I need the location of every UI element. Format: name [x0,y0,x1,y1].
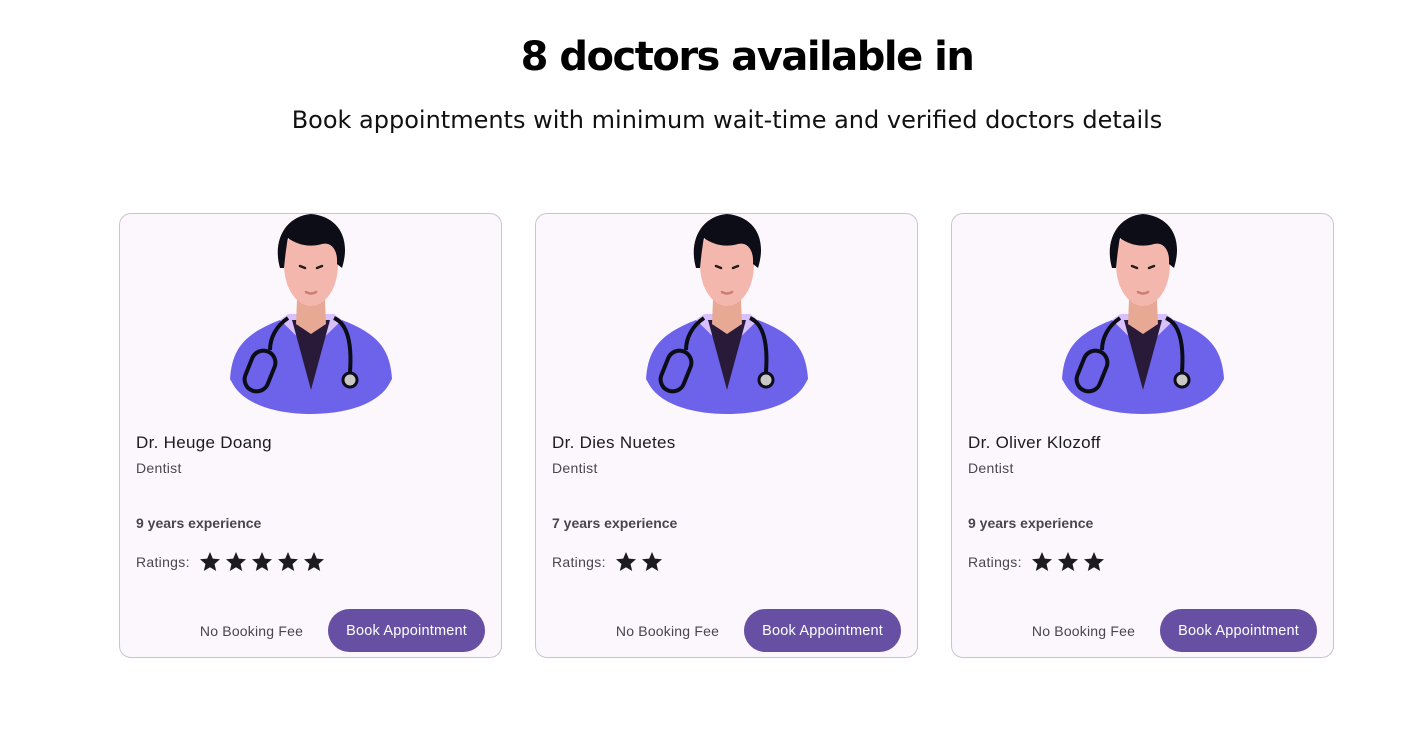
doctor-card[interactable]: Dr. Heuge Doang Dentist 9 years experien… [119,213,502,658]
doctor-avatar-icon [230,214,392,414]
ratings-row: Ratings: [136,550,326,574]
card-footer: No Booking Fee Book Appointment [200,609,485,652]
doctor-avatar-icon [1062,214,1224,414]
card-footer: No Booking Fee Book Appointment [616,609,901,652]
doctor-name: Dr. Oliver Klozoff [968,433,1101,452]
doctor-listing-page: 8 doctors available in Book appointments… [0,0,1428,732]
star-icon [1083,552,1104,571]
doctor-card[interactable]: Dr. Oliver Klozoff Dentist 9 years exper… [951,213,1334,658]
doctor-name: Dr. Dies Nuetes [552,433,676,452]
star-icon [641,552,662,571]
star-icon [1031,552,1052,571]
rating-stars [614,550,664,574]
doctor-card[interactable]: Dr. Dies Nuetes Dentist 7 years experien… [535,213,918,658]
doctor-experience: 9 years experience [968,515,1094,531]
ratings-row: Ratings: [552,550,664,574]
star-icon [277,552,298,571]
ratings-label: Ratings: [968,554,1022,570]
doctor-specialty: Dentist [968,460,1014,476]
book-appointment-button[interactable]: Book Appointment [744,609,901,652]
doctor-specialty: Dentist [552,460,598,476]
book-appointment-button[interactable]: Book Appointment [328,609,485,652]
booking-fee-text: No Booking Fee [199,622,304,639]
star-icon [225,552,246,571]
star-icon [199,552,220,571]
ratings-label: Ratings: [136,554,190,570]
doctor-experience: 9 years experience [136,515,262,531]
doctor-specialty: Dentist [136,460,182,476]
star-icon [251,552,272,571]
doctor-experience: 7 years experience [552,515,678,531]
ratings-row: Ratings: [968,550,1106,574]
star-icon [1057,552,1078,571]
booking-fee-text: No Booking Fee [1031,622,1136,639]
book-appointment-button[interactable]: Book Appointment [1160,609,1317,652]
rating-stars [198,550,326,574]
rating-stars [1030,550,1106,574]
page-title: 8 doctors available in [520,34,975,80]
booking-fee-text: No Booking Fee [615,622,720,639]
card-footer: No Booking Fee Book Appointment [1032,609,1317,652]
ratings-label: Ratings: [552,554,606,570]
doctor-name: Dr. Heuge Doang [136,433,272,452]
doctor-avatar-icon [646,214,808,414]
star-icon [303,552,324,571]
star-icon [615,552,636,571]
page-subtitle: Book appointments with minimum wait-time… [291,106,1163,134]
